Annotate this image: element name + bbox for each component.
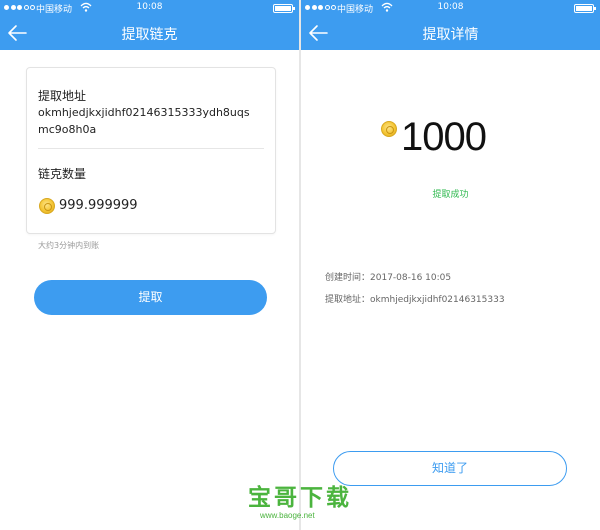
arrival-hint: 大约3分钟内到账 xyxy=(38,241,100,250)
coin-icon xyxy=(39,198,55,214)
battery-icon xyxy=(574,4,596,13)
detail-screen: 中国移动 10:08 提取详情 1000 提取成功 创建时间：2017-08-1… xyxy=(301,0,600,530)
created-time-row: 创建时间：2017-08-16 10:05 xyxy=(325,270,451,283)
watermark-brand: 宝哥下载 xyxy=(248,485,352,511)
status-time: 10:08 xyxy=(136,2,163,12)
address-value: okmhjedjkxjidhf02146315333ydh8uqs mc9o8h… xyxy=(38,106,250,136)
created-time-value: 2017-08-16 10:05 xyxy=(370,273,452,283)
status-time: 10:08 xyxy=(437,2,464,12)
address-label: 提取地址： xyxy=(325,295,371,305)
address-row: 提取地址：okmhjedjkxjidhf02146315333 xyxy=(325,292,505,305)
battery-icon xyxy=(273,4,295,13)
status-bar: 中国移动 10:08 xyxy=(0,0,299,16)
amount-value: 999.999999 xyxy=(59,198,138,213)
card-divider xyxy=(38,148,264,149)
nav-bar: 提取详情 xyxy=(301,16,600,50)
status-bar: 中国移动 10:08 xyxy=(301,0,600,16)
status-text: 提取成功 xyxy=(432,190,469,200)
watermark-url: www.baoge.net xyxy=(260,511,315,520)
withdraw-button[interactable]: 提取 xyxy=(34,280,267,315)
page-title: 提取详情 xyxy=(422,27,479,43)
withdraw-screen: 中国移动 10:08 提取链克 提取地址 okmhjedjkxjidhf0214… xyxy=(0,0,299,530)
withdraw-card: 提取地址 okmhjedjkxjidhf02146315333ydh8uqs m… xyxy=(26,67,276,234)
watermark-logo: 宝哥下载 www.baoge.net xyxy=(230,478,370,528)
nav-bar: 提取链克 xyxy=(0,16,299,50)
page-title: 提取链克 xyxy=(121,27,178,43)
address-label: 提取地址 xyxy=(38,89,87,103)
created-time-label: 创建时间： xyxy=(325,273,371,283)
amount-label: 链克数量 xyxy=(38,167,87,181)
coin-icon xyxy=(381,121,397,137)
withdraw-amount: 1000 xyxy=(401,115,487,159)
address-value: okmhjedjkxjidhf02146315333 xyxy=(370,295,505,305)
